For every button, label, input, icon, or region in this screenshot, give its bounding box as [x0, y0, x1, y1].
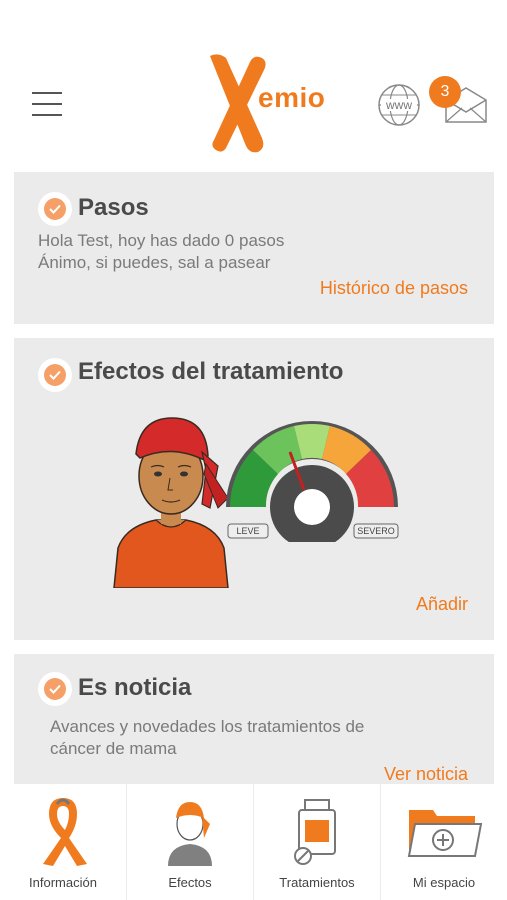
noticia-card[interactable]: Es noticia Avances y novedades los trata…: [14, 654, 494, 794]
patient-illustration-icon: [113, 417, 229, 588]
tab-tratamientos[interactable]: Tratamientos: [254, 784, 381, 900]
medicine-bottle-icon: [294, 799, 336, 865]
tab-label: Mi espacio: [412, 875, 476, 890]
news-summary-line1: Avances y novedades los tratamientos de: [50, 717, 365, 736]
logo-text: emio: [258, 82, 326, 113]
card-title: Pasos: [78, 194, 149, 221]
www-label: www: [385, 98, 412, 112]
gauge-severo-label: SEVERO: [357, 526, 395, 536]
check-icon: [38, 672, 72, 706]
folder-add-icon: [407, 810, 483, 857]
tab-label: Efectos: [168, 875, 212, 890]
steps-encouragement: Ánimo, si puedes, sal a pasear: [38, 253, 271, 272]
severity-gauge-icon: LEVE SEVERO: [226, 421, 399, 542]
view-news-link[interactable]: Ver noticia: [384, 764, 468, 785]
add-effect-link[interactable]: Añadir: [416, 594, 468, 615]
hamburger-menu-icon[interactable]: [32, 92, 62, 118]
person-icon: [168, 802, 212, 866]
bottom-tab-bar: Información Efectos Tratamientos Mi espa…: [0, 784, 507, 900]
card-title: Efectos del tratamiento: [78, 358, 344, 385]
card-title: Es noticia: [78, 674, 192, 701]
tab-label: Tratamientos: [279, 875, 355, 890]
steps-greeting: Hola Test, hoy has dado 0 pasos: [38, 231, 285, 250]
tab-efectos[interactable]: Efectos: [127, 784, 254, 900]
tab-mi-espacio[interactable]: Mi espacio: [381, 784, 507, 900]
www-globe-icon[interactable]: www: [376, 82, 422, 128]
efectos-card[interactable]: Efectos del tratamiento LEVE SEVERO Añad…: [14, 338, 494, 640]
steps-history-link[interactable]: Histórico de pasos: [320, 278, 468, 299]
gauge-leve-label: LEVE: [236, 526, 259, 536]
notification-badge[interactable]: 3: [429, 76, 461, 108]
news-summary-line2: cáncer de mama: [50, 739, 177, 758]
check-icon: [38, 358, 72, 392]
tab-informacion[interactable]: Información: [0, 784, 127, 900]
tab-label: Información: [29, 875, 97, 890]
check-icon: [38, 192, 72, 226]
ribbon-icon: [43, 798, 87, 866]
app-header: emio www 3: [0, 0, 507, 168]
pasos-card[interactable]: Pasos Hola Test, hoy has dado 0 pasos Án…: [14, 172, 494, 324]
